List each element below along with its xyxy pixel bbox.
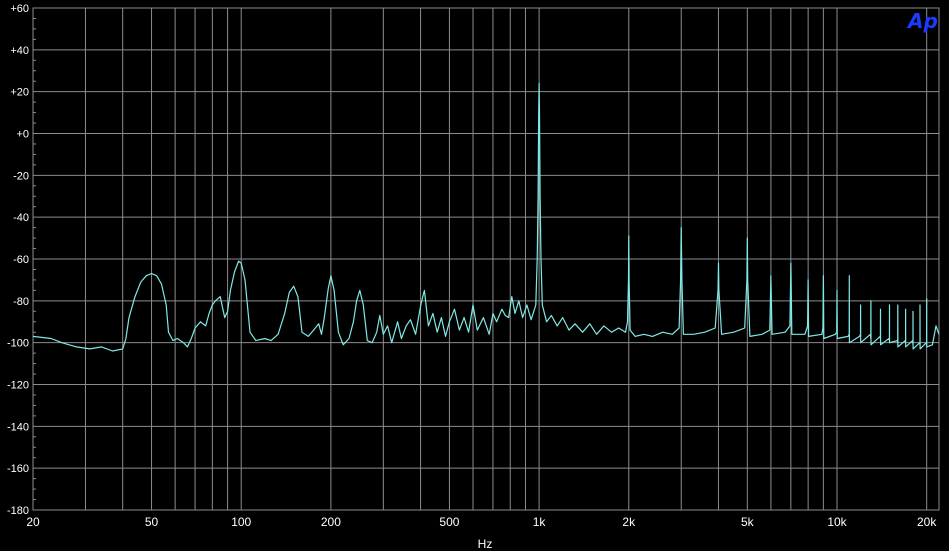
- x-tick-label: 200: [321, 515, 341, 529]
- fft-spectrum-chart: +60+40+20+0-20-40-60-80-100-120-140-160-…: [0, 0, 949, 551]
- y-tick-label: -140: [7, 421, 29, 433]
- y-tick-label: +60: [10, 3, 29, 15]
- ap-logo: Ap: [906, 9, 938, 33]
- x-axis-label: Hz: [478, 537, 493, 551]
- y-tick-label: -120: [7, 380, 29, 392]
- y-tick-label: -100: [7, 338, 29, 350]
- y-tick-label: +20: [10, 87, 29, 99]
- x-tick-label: 10k: [827, 515, 847, 529]
- x-tick-label: 50: [145, 515, 159, 529]
- y-tick-label: +40: [10, 45, 29, 57]
- x-tick-label: 20: [26, 515, 40, 529]
- y-tick-label: -60: [13, 254, 29, 266]
- x-tick-label: 500: [439, 515, 459, 529]
- y-tick-label: -80: [13, 296, 29, 308]
- y-tick-label: -20: [13, 170, 29, 182]
- x-tick-label: 100: [231, 515, 251, 529]
- x-tick-label: 5k: [741, 515, 755, 529]
- y-tick-label: -160: [7, 463, 29, 475]
- y-tick-label: +0: [16, 129, 29, 141]
- x-tick-label: 1k: [533, 515, 547, 529]
- x-tick-label: 20k: [917, 515, 937, 529]
- x-tick-label: 2k: [622, 515, 636, 529]
- y-tick-label: -40: [13, 212, 29, 224]
